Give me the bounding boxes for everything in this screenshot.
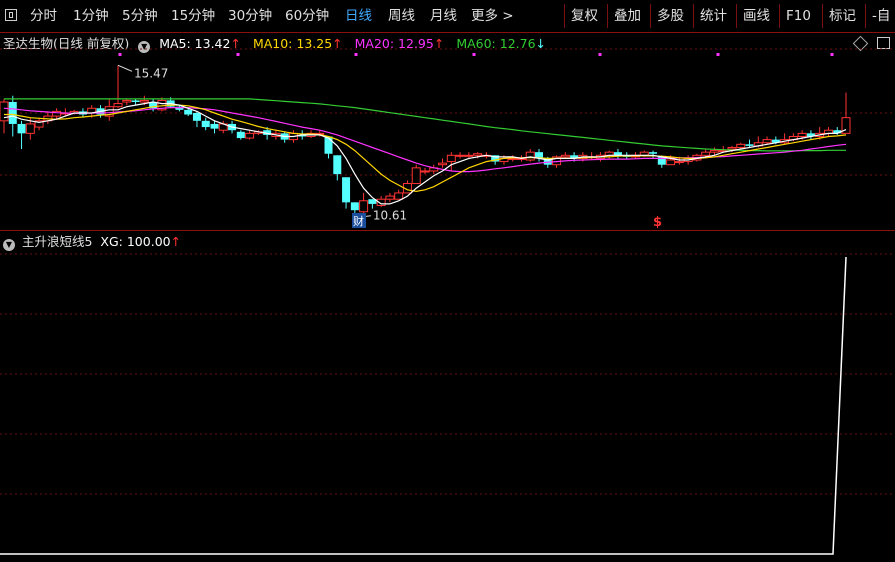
candle-body bbox=[245, 132, 255, 139]
candle-body bbox=[560, 154, 570, 158]
low-price-label: 10.61 bbox=[373, 209, 407, 223]
candle-body bbox=[385, 195, 395, 200]
candle-body bbox=[17, 123, 26, 134]
indicator-chart[interactable] bbox=[0, 231, 895, 562]
tab-5min[interactable]: 5分钟 bbox=[122, 0, 158, 32]
candle-body bbox=[139, 99, 149, 103]
candle-body bbox=[420, 170, 430, 173]
candle-body bbox=[525, 151, 535, 161]
candle-body bbox=[394, 192, 404, 200]
event-dot bbox=[354, 53, 358, 56]
toolbar: 分时 1分钟 5分钟 15分钟 30分钟 60分钟 日线 周线 月线 更多 > 复权 叠加 多股 统计画… bbox=[0, 0, 895, 33]
layout-toggle-icon[interactable] bbox=[5, 9, 17, 21]
tab-intraday[interactable]: 分时 bbox=[30, 0, 57, 32]
candle-body bbox=[359, 200, 369, 213]
high-pointer bbox=[117, 64, 133, 72]
candle-body bbox=[131, 100, 140, 102]
candle-body bbox=[709, 150, 719, 153]
candle-body bbox=[8, 101, 17, 124]
tab-30min[interactable]: 30分钟 bbox=[228, 0, 272, 32]
candle-body bbox=[736, 143, 746, 148]
candle-body bbox=[446, 154, 456, 163]
candle-body bbox=[438, 162, 448, 166]
high-price-label: 15.47 bbox=[134, 66, 168, 80]
statistics-button[interactable]: 统计 bbox=[693, 4, 733, 28]
candle-body bbox=[184, 109, 193, 115]
candle-body bbox=[333, 155, 342, 175]
overlay-button[interactable]: 叠加 bbox=[607, 4, 647, 28]
event-dot bbox=[830, 53, 834, 56]
tab-monthly[interactable]: 月线 bbox=[430, 0, 457, 32]
candle-body bbox=[210, 123, 219, 129]
candle-body bbox=[666, 159, 676, 166]
event-dot bbox=[472, 53, 476, 56]
candle-body bbox=[324, 136, 333, 154]
tab-weekly[interactable]: 周线 bbox=[388, 0, 415, 32]
candle-body bbox=[649, 152, 658, 154]
event-dot bbox=[716, 53, 720, 56]
ma60-line bbox=[4, 98, 846, 152]
tab-60min[interactable]: 60分钟 bbox=[285, 0, 329, 32]
candle-body bbox=[727, 146, 737, 150]
candle-body bbox=[473, 153, 483, 156]
finance-marker: 财 bbox=[353, 214, 364, 228]
event-dot bbox=[598, 53, 602, 56]
candle-body bbox=[674, 161, 684, 164]
candle-body bbox=[464, 154, 474, 157]
candle-body bbox=[411, 167, 421, 185]
dividend-marker: $ bbox=[653, 215, 662, 229]
candle-body bbox=[745, 144, 754, 146]
multi-stock-button[interactable]: 多股 bbox=[650, 4, 690, 28]
candle-body bbox=[762, 139, 772, 144]
tab-daily[interactable]: 日线 bbox=[345, 0, 372, 32]
candle-body bbox=[113, 103, 123, 108]
candle-body bbox=[342, 177, 351, 203]
candle-body bbox=[455, 154, 465, 157]
adjust-button[interactable]: 复权 bbox=[564, 4, 604, 28]
tab-more[interactable]: 更多 > bbox=[471, 0, 514, 32]
candle-body bbox=[25, 123, 35, 134]
candle-body bbox=[701, 151, 711, 156]
candlestick-chart[interactable]: 15.47 10.61 财 $ bbox=[0, 33, 895, 229]
custom-button[interactable]: -自 bbox=[865, 4, 895, 28]
candle-body bbox=[201, 120, 210, 128]
tab-15min[interactable]: 15分钟 bbox=[171, 0, 215, 32]
mark-button[interactable]: 标记 bbox=[822, 4, 862, 28]
event-dot bbox=[236, 53, 240, 56]
candle-body bbox=[122, 99, 132, 103]
candle-body bbox=[236, 131, 245, 139]
candle-body bbox=[350, 202, 359, 211]
tab-1min[interactable]: 1分钟 bbox=[73, 0, 109, 32]
draw-line-button[interactable]: 画线 bbox=[736, 4, 776, 28]
candle-body bbox=[797, 132, 807, 137]
event-dot bbox=[118, 53, 122, 56]
candle-body bbox=[192, 112, 201, 121]
f10-button[interactable]: F10 bbox=[779, 4, 817, 28]
xg-indicator-line bbox=[0, 256, 847, 555]
candle-body bbox=[0, 101, 9, 122]
